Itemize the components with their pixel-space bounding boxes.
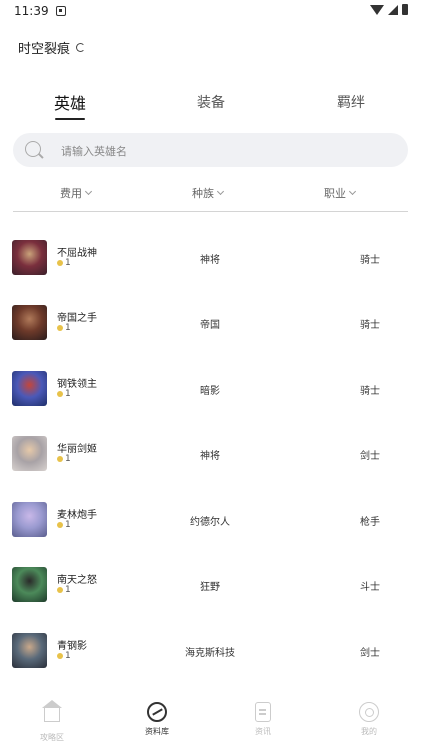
- hero-row[interactable]: 青钢影 1 海克斯科技 剑士: [0, 621, 422, 681]
- hero-cost: 1: [57, 323, 71, 333]
- hero-class: 剑士: [360, 451, 380, 462]
- nav-guides-label: 攻略区: [40, 733, 64, 742]
- cost-value: 1: [65, 323, 71, 333]
- hero-race: 帝国: [200, 320, 220, 331]
- hero-name: 钢铁领主: [57, 379, 97, 390]
- hero-row[interactable]: 麦林炮手 1 约德尔人 枪手: [0, 490, 422, 550]
- library-icon: [147, 702, 167, 722]
- filter-cost[interactable]: 费用: [60, 185, 93, 201]
- chevron-down-icon: [216, 187, 225, 196]
- hero-cost: 1: [57, 520, 71, 530]
- hero-race: 暗影: [200, 386, 220, 397]
- tab-synergies[interactable]: 羁绊: [311, 92, 391, 112]
- nav-me-label: 我的: [361, 727, 377, 736]
- hero-row[interactable]: 南天之怒 1 狂野 斗士: [0, 555, 422, 615]
- filter-cost-label: 费用: [60, 187, 82, 200]
- hero-name: 华丽剑姬: [57, 444, 97, 455]
- search-icon: [25, 141, 41, 157]
- nav-guides[interactable]: 攻略区: [17, 700, 87, 743]
- search-input[interactable]: 请输入英雄名: [61, 143, 127, 159]
- nav-news-label: 资讯: [255, 727, 271, 736]
- hero-class: 斗士: [360, 582, 380, 593]
- season-title[interactable]: 时空裂痕: [18, 38, 70, 57]
- hero-cost: 1: [57, 389, 71, 399]
- cost-value: 1: [65, 258, 71, 268]
- news-icon: [255, 702, 271, 722]
- hero-cost: 1: [57, 258, 71, 268]
- hero-avatar: [12, 502, 47, 537]
- hero-race: 神将: [200, 255, 220, 266]
- coin-icon: [57, 522, 63, 528]
- hero-race: 神将: [200, 451, 220, 462]
- hero-race: 海克斯科技: [185, 648, 235, 659]
- chevron-down-icon: [348, 187, 357, 196]
- me-icon: [359, 702, 379, 722]
- active-tab-indicator: [55, 118, 85, 120]
- search-bar[interactable]: 请输入英雄名: [13, 133, 408, 167]
- battery-icon: [402, 4, 408, 15]
- divider: [13, 211, 408, 212]
- coin-icon: [57, 653, 63, 659]
- home-icon: [42, 700, 62, 722]
- hero-row[interactable]: 不屈战神 1 神将 骑士: [0, 228, 422, 288]
- hero-race: 狂野: [200, 582, 220, 593]
- status-time: 11:39: [14, 4, 49, 18]
- cost-value: 1: [65, 520, 71, 530]
- tab-heroes[interactable]: 英雄: [30, 90, 110, 114]
- hero-avatar: [12, 436, 47, 471]
- hero-cost: 1: [57, 651, 71, 661]
- hero-class: 骑士: [360, 320, 380, 331]
- cost-value: 1: [65, 454, 71, 464]
- hero-avatar: [12, 240, 47, 275]
- notification-icon: [56, 6, 66, 16]
- nav-news[interactable]: 资讯: [228, 702, 298, 737]
- coin-icon: [57, 325, 63, 331]
- hero-avatar: [12, 371, 47, 406]
- tab-bar: 英雄 装备 羁绊: [0, 88, 422, 122]
- bottom-nav: 攻略区 资料库 资讯 我的: [0, 694, 422, 750]
- hero-name: 麦林炮手: [57, 510, 97, 521]
- tab-items[interactable]: 装备: [171, 92, 251, 112]
- hero-row[interactable]: 钢铁领主 1 暗影 骑士: [0, 359, 422, 419]
- filter-class-label: 职业: [324, 187, 346, 200]
- coin-icon: [57, 587, 63, 593]
- hero-cost: 1: [57, 454, 71, 464]
- filter-race-label: 种族: [192, 187, 214, 200]
- hero-name: 青钢影: [57, 641, 87, 652]
- hero-name: 帝国之手: [57, 313, 97, 324]
- cost-value: 1: [65, 585, 71, 595]
- nav-me[interactable]: 我的: [334, 702, 404, 737]
- hero-class: 骑士: [360, 386, 380, 397]
- coin-icon: [57, 391, 63, 397]
- signal-icon: [388, 4, 398, 15]
- wifi-icon: [370, 4, 384, 15]
- hero-row[interactable]: 帝国之手 1 帝国 骑士: [0, 293, 422, 353]
- refresh-icon[interactable]: [76, 43, 86, 52]
- hero-avatar: [12, 305, 47, 340]
- hero-class: 骑士: [360, 255, 380, 266]
- status-bar: 11:39: [0, 0, 422, 24]
- hero-avatar: [12, 633, 47, 668]
- nav-library-label: 资料库: [145, 727, 169, 736]
- filter-class[interactable]: 职业: [324, 185, 357, 201]
- coin-icon: [57, 456, 63, 462]
- filter-race[interactable]: 种族: [192, 185, 225, 201]
- hero-class: 枪手: [360, 517, 380, 528]
- cost-value: 1: [65, 651, 71, 661]
- filter-bar: 费用 种族 职业: [0, 185, 422, 205]
- hero-race: 约德尔人: [190, 517, 230, 528]
- chevron-down-icon: [84, 187, 93, 196]
- app-header[interactable]: 时空裂痕: [18, 38, 86, 57]
- coin-icon: [57, 260, 63, 266]
- hero-class: 剑士: [360, 648, 380, 659]
- status-indicators: [370, 4, 408, 15]
- hero-name: 不屈战神: [57, 248, 97, 259]
- hero-avatar: [12, 567, 47, 602]
- cost-value: 1: [65, 389, 71, 399]
- nav-library[interactable]: 资料库: [122, 702, 192, 737]
- hero-row[interactable]: 华丽剑姬 1 神将 剑士: [0, 424, 422, 484]
- hero-name: 南天之怒: [57, 575, 97, 586]
- hero-cost: 1: [57, 585, 71, 595]
